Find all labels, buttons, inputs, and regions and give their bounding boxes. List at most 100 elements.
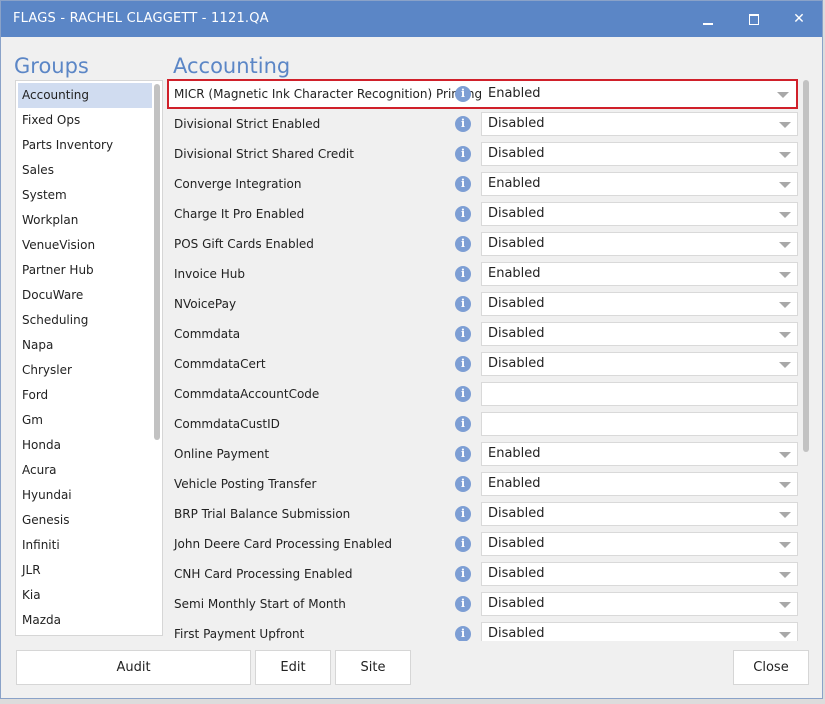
info-icon[interactable]: i [455, 506, 471, 522]
groups-scrollbar[interactable] [154, 84, 160, 440]
info-icon[interactable]: i [455, 386, 471, 402]
info-icon[interactable]: i [455, 596, 471, 612]
group-item-mazda[interactable]: Mazda [18, 608, 152, 633]
chevron-down-icon [779, 302, 791, 308]
group-item-kia[interactable]: Kia [18, 583, 152, 608]
group-item-napa[interactable]: Napa [18, 333, 152, 358]
flag-value-select[interactable]: Disabled [481, 532, 798, 556]
group-item-sales[interactable]: Sales [18, 158, 152, 183]
group-item-fixed-ops[interactable]: Fixed Ops [18, 108, 152, 133]
chevron-down-icon [777, 92, 789, 98]
close-window-button[interactable]: ✕ [776, 1, 822, 37]
flag-label: CommdataCustID [174, 417, 280, 431]
flag-value-input[interactable] [481, 382, 798, 406]
info-icon[interactable]: i [455, 206, 471, 222]
flag-value-select[interactable]: Disabled [481, 112, 798, 136]
info-icon[interactable]: i [455, 476, 471, 492]
flag-value: Disabled [488, 236, 545, 251]
group-item-acura[interactable]: Acura [18, 458, 152, 483]
flag-value-select[interactable]: Disabled [481, 322, 798, 346]
info-icon[interactable]: i [455, 416, 471, 432]
group-item-docuware[interactable]: DocuWare [18, 283, 152, 308]
info-icon[interactable]: i [455, 536, 471, 552]
flag-value-input[interactable] [481, 412, 798, 436]
maximize-button[interactable] [731, 1, 777, 37]
chevron-down-icon [779, 242, 791, 248]
close-button[interactable]: Close [733, 650, 809, 685]
flag-row: CommdataCert i Disabled [167, 349, 799, 379]
group-item-infiniti[interactable]: Infiniti [18, 533, 152, 558]
flag-value-select[interactable]: Disabled [481, 592, 798, 616]
audit-button[interactable]: Audit [16, 650, 251, 685]
title-bar[interactable]: FLAGS - RACHEL CLAGGETT - 1121.QA ✕ [1, 1, 822, 37]
edit-button[interactable]: Edit [255, 650, 331, 685]
flag-value-select[interactable]: Enabled [481, 172, 798, 196]
info-icon[interactable]: i [455, 86, 471, 102]
minimize-button[interactable] [685, 1, 731, 37]
info-icon[interactable]: i [455, 116, 471, 132]
info-icon[interactable]: i [455, 326, 471, 342]
flag-row: Semi Monthly Start of Month i Disabled [167, 589, 799, 619]
group-item-gm[interactable]: Gm [18, 408, 152, 433]
info-icon[interactable]: i [455, 356, 471, 372]
flags-list: MICR (Magnetic Ink Character Recognition… [167, 77, 812, 641]
group-item-ford[interactable]: Ford [18, 383, 152, 408]
info-icon[interactable]: i [455, 626, 471, 641]
chevron-down-icon [779, 362, 791, 368]
flag-label: Charge It Pro Enabled [174, 207, 305, 221]
flag-value-select[interactable]: Enabled [481, 262, 798, 286]
group-item-workplan[interactable]: Workplan [18, 208, 152, 233]
flag-value-select[interactable]: Enabled [481, 82, 796, 106]
flag-value: Enabled [488, 446, 541, 461]
flag-label: John Deere Card Processing Enabled [174, 537, 393, 551]
flag-value-select[interactable]: Disabled [481, 232, 798, 256]
group-item-venuevision[interactable]: VenueVision [18, 233, 152, 258]
chevron-down-icon [779, 512, 791, 518]
flag-value: Disabled [488, 146, 545, 161]
info-icon[interactable]: i [455, 296, 471, 312]
group-item-system[interactable]: System [18, 183, 152, 208]
flag-value: Enabled [488, 86, 541, 101]
flags-scrollbar[interactable] [803, 80, 809, 452]
flags-window: FLAGS - RACHEL CLAGGETT - 1121.QA ✕ Grou… [0, 0, 823, 699]
flag-value-select[interactable]: Disabled [481, 142, 798, 166]
flag-value-select[interactable]: Disabled [481, 622, 798, 641]
group-item-chrysler[interactable]: Chrysler [18, 358, 152, 383]
group-item-genesis[interactable]: Genesis [18, 508, 152, 533]
info-icon[interactable]: i [455, 566, 471, 582]
flag-row: First Payment Upfront i Disabled [167, 619, 799, 641]
site-button[interactable]: Site [335, 650, 411, 685]
flag-row: Converge Integration i Enabled [167, 169, 799, 199]
flag-value-select[interactable]: Enabled [481, 442, 798, 466]
flag-row: John Deere Card Processing Enabled i Disab… [167, 529, 799, 559]
info-icon[interactable]: i [455, 176, 471, 192]
maximize-icon [749, 13, 759, 25]
info-icon[interactable]: i [455, 146, 471, 162]
group-item-parts-inventory[interactable]: Parts Inventory [18, 133, 152, 158]
flag-value-select[interactable]: Enabled [481, 472, 798, 496]
flag-value: Disabled [488, 356, 545, 371]
info-icon[interactable]: i [455, 236, 471, 252]
group-item-accounting[interactable]: Accounting [18, 83, 152, 108]
info-icon[interactable]: i [455, 446, 471, 462]
flag-value-select[interactable]: Disabled [481, 292, 798, 316]
group-item-honda[interactable]: Honda [18, 433, 152, 458]
info-icon[interactable]: i [455, 266, 471, 282]
flag-value-select[interactable]: Disabled [481, 352, 798, 376]
flag-value: Enabled [488, 266, 541, 281]
flag-label: BRP Trial Balance Submission [174, 507, 351, 521]
groups-list[interactable]: Accounting Fixed Ops Parts Inventory Sales S… [15, 80, 163, 636]
flag-value-select[interactable]: Disabled [481, 562, 798, 586]
group-item-partner-hub[interactable]: Partner Hub [18, 258, 152, 283]
flag-value-select[interactable]: Disabled [481, 202, 798, 226]
group-item-scheduling[interactable]: Scheduling [18, 308, 152, 333]
group-item-hyundai[interactable]: Hyundai [18, 483, 152, 508]
flag-label: CommdataAccountCode [174, 387, 320, 401]
chevron-down-icon [779, 152, 791, 158]
flag-value: Disabled [488, 206, 545, 221]
flag-row: NVoicePay i Disabled [167, 289, 799, 319]
flag-row: CommdataAccountCode i [167, 379, 799, 409]
flag-label: Semi Monthly Start of Month [174, 597, 346, 611]
flag-value-select[interactable]: Disabled [481, 502, 798, 526]
group-item-jlr[interactable]: JLR [18, 558, 152, 583]
